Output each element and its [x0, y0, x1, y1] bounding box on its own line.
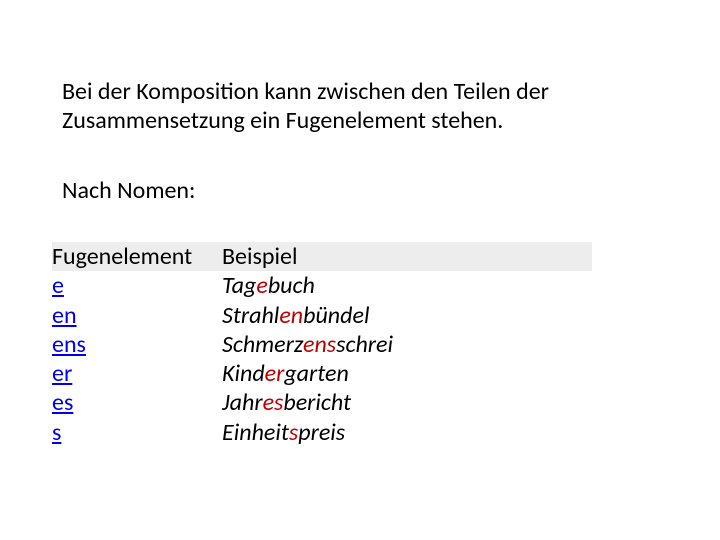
example-word: Einheitspreis: [222, 418, 592, 447]
example-word: Tagebuch: [222, 271, 592, 300]
table-row: es Jahresbericht: [52, 388, 592, 417]
fugenelement-table: Fugenelement Beispiel e Tagebuch en Stra…: [52, 242, 592, 447]
header-fugenelement: Fugenelement: [52, 242, 222, 271]
fuge-link[interactable]: s: [52, 418, 61, 447]
fuge-link[interactable]: ens: [52, 330, 86, 359]
table-row: s Einheitspreis: [52, 418, 592, 447]
example-word: Jahresbericht: [222, 388, 592, 417]
fuge-link[interactable]: er: [52, 359, 72, 388]
table-row: ens Schmerzensschrei: [52, 330, 592, 359]
slide: Bei der Komposition kann zwischen den Te…: [0, 0, 720, 540]
table-row: er Kindergarten: [52, 359, 592, 388]
fuge-link[interactable]: es: [52, 388, 73, 417]
table-row: en Strahlenbündel: [52, 301, 592, 330]
header-beispiel: Beispiel: [222, 242, 592, 271]
subheading: Nach Nomen:: [62, 176, 195, 205]
example-word: Kindergarten: [222, 359, 592, 388]
example-word: Schmerzensschrei: [222, 330, 592, 359]
fuge-link[interactable]: e: [52, 271, 64, 300]
table-row: e Tagebuch: [52, 271, 592, 300]
table-header-row: Fugenelement Beispiel: [52, 242, 592, 271]
fuge-link[interactable]: en: [52, 301, 77, 330]
example-word: Strahlenbündel: [222, 301, 592, 330]
intro-text: Bei der Komposition kann zwischen den Te…: [62, 78, 642, 136]
